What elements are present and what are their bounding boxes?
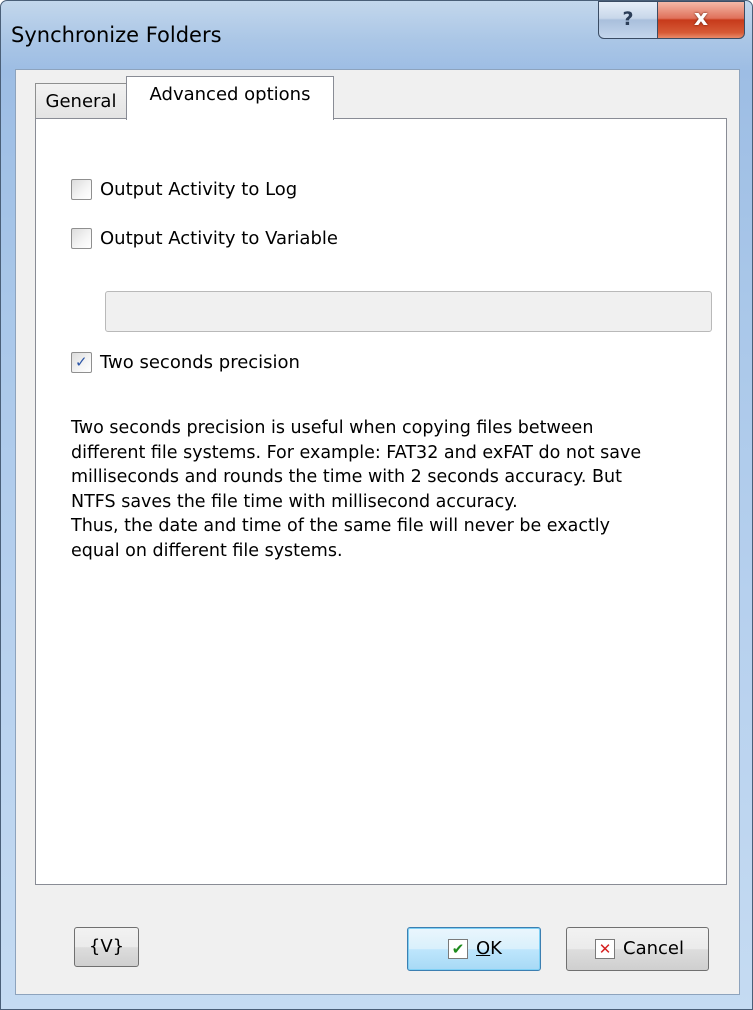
- variables-button[interactable]: {V}: [74, 927, 139, 967]
- tab-panel-advanced-options: Output Activity to Log Output Activity t…: [35, 118, 727, 885]
- ok-button[interactable]: ✔ OK: [407, 927, 541, 971]
- output-variable-checkbox[interactable]: [71, 228, 92, 249]
- ok-button-label: OK: [476, 938, 502, 959]
- checkmark-icon: ✓: [75, 353, 88, 371]
- output-log-checkbox[interactable]: [71, 179, 92, 200]
- dialog-client-area: General Advanced options Output Activity…: [15, 69, 740, 995]
- check-icon: ✔: [448, 939, 468, 959]
- cancel-button-label: Cancel: [623, 938, 684, 959]
- tab-advanced-options[interactable]: Advanced options: [126, 76, 334, 120]
- output-variable-input[interactable]: [105, 291, 712, 332]
- output-variable-label[interactable]: Output Activity to Variable: [100, 227, 338, 251]
- precision-description: Two seconds precision is useful when cop…: [71, 416, 711, 564]
- tab-general[interactable]: General: [35, 83, 127, 118]
- help-button[interactable]: ?: [598, 1, 658, 39]
- description-line: NTFS saves the file time with millisecon…: [71, 491, 518, 512]
- description-line: Two seconds precision is useful when cop…: [71, 418, 594, 438]
- description-line: equal on different file systems.: [71, 540, 343, 561]
- cross-icon: ✕: [595, 939, 615, 959]
- window-title: Synchronize Folders: [11, 23, 222, 47]
- two-seconds-precision-checkbox[interactable]: ✓: [71, 352, 92, 373]
- tab-general-label: General: [45, 91, 117, 112]
- output-log-label[interactable]: Output Activity to Log: [100, 178, 297, 202]
- close-button[interactable]: x: [657, 1, 745, 39]
- help-icon: ?: [622, 8, 634, 30]
- dialog-window: Synchronize Folders ? x General Advanced…: [0, 0, 753, 1010]
- description-line: Thus, the date and time of the same file…: [71, 516, 611, 537]
- description-line: milliseconds and rounds the time with 2 …: [71, 467, 622, 488]
- description-line: different file systems. For example: FAT…: [71, 442, 642, 463]
- close-icon: x: [693, 6, 709, 31]
- tab-advanced-options-label: Advanced options: [149, 84, 311, 105]
- two-seconds-precision-label[interactable]: Two seconds precision: [100, 351, 300, 375]
- title-bar[interactable]: Synchronize Folders ? x: [1, 1, 752, 71]
- variables-button-label: {V}: [88, 936, 125, 957]
- cancel-button[interactable]: ✕ Cancel: [566, 927, 709, 971]
